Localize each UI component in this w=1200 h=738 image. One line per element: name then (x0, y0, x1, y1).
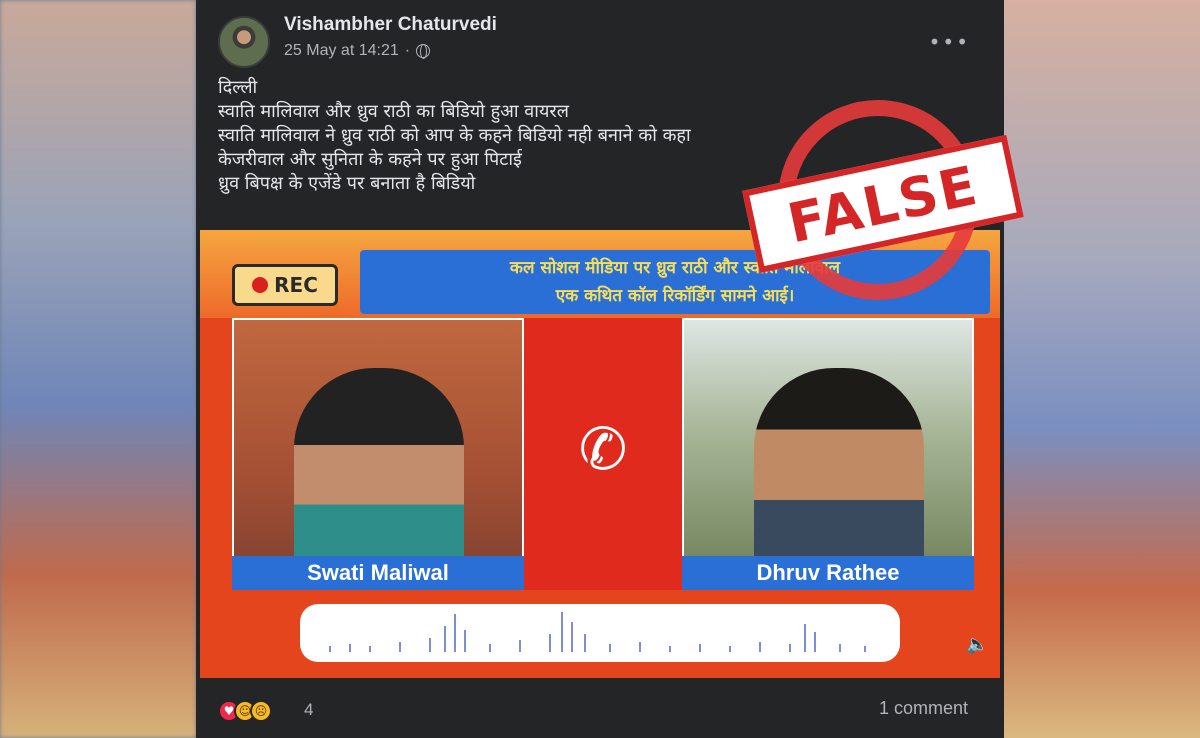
speaker-photo-left (294, 368, 464, 588)
reaction-count[interactable]: 4 (304, 700, 313, 720)
volume-icon[interactable]: 🔈 (966, 634, 990, 658)
right-speaker-name: Dhruv Rathee (682, 556, 974, 590)
right-speaker-panel (682, 318, 974, 590)
post-text-line: ध्रुव बिपक्ष के एजेंडे पर बनाता है बिडिय… (218, 173, 476, 194)
post-text-line: केजरीवाल और सुनिता के कहने पर हुआ पिटाई (218, 149, 522, 170)
background-left (0, 0, 196, 738)
avatar[interactable] (218, 16, 270, 68)
post-header: Vishambher Chaturvedi 25 May at 14:21 · … (218, 12, 988, 68)
author-name[interactable]: Vishambher Chaturvedi (284, 14, 497, 36)
post-text-line: दिल्ली (218, 77, 258, 98)
waveform-graphic (329, 612, 866, 652)
timestamp[interactable]: 25 May at 14:21 (284, 42, 399, 60)
rec-label: REC (274, 273, 318, 297)
post-text-line: स्वाति मालिवाल और ध्रुव राठी का बिडियो ह… (218, 101, 569, 122)
comments-link[interactable]: 1 comment (879, 698, 968, 719)
audio-waveform (300, 604, 900, 662)
post-footer: ♥ ☺ ☹ 4 1 comment (218, 694, 988, 726)
meta-separator: · (404, 42, 411, 59)
left-speaker-name: Swati Maliwal (232, 556, 524, 590)
sad-reaction-icon: ☹ (250, 700, 272, 722)
post-meta: 25 May at 14:21 · (284, 42, 431, 60)
record-dot-icon (252, 277, 269, 293)
post-text-line: स्वाति मालिवाल ने ध्रुव राठी को आप के कह… (218, 125, 691, 146)
rec-badge: REC (232, 264, 338, 306)
post-text: दिल्ली स्वाति मालिवाल और ध्रुव राठी का ब… (218, 76, 691, 196)
reaction-icons[interactable]: ♥ ☺ ☹ (218, 700, 272, 722)
phone-icon: ✆ (578, 415, 628, 483)
false-stamp: FALSE (742, 100, 1048, 310)
globe-icon (416, 44, 431, 59)
left-speaker-panel (232, 318, 524, 590)
more-horizontal-icon[interactable]: ••• (929, 30, 970, 54)
call-panel: ✆ (524, 318, 682, 590)
speaker-photo-right (754, 368, 924, 588)
